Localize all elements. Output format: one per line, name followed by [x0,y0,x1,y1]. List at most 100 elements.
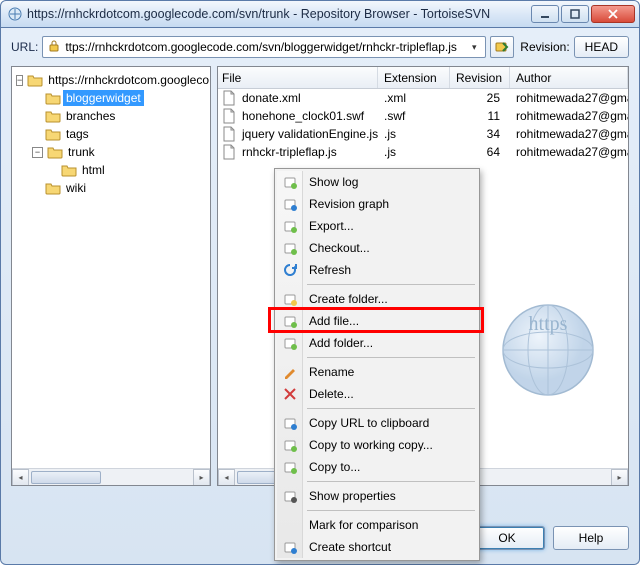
scroll-left-icon[interactable]: ◂ [218,469,235,486]
app-icon [7,6,23,22]
watermark-globe-icon: https [488,285,608,405]
tree-item[interactable]: bloggerwidget [14,89,210,107]
copywc-icon [281,436,299,454]
menu-item[interactable]: Refresh [277,259,477,281]
tree-label: https://rnhckrdotcom.googleco [45,72,211,88]
maximize-button[interactable] [561,5,589,23]
expand-icon[interactable]: − [32,147,43,158]
tree-item[interactable]: branches [14,107,210,125]
tree-item[interactable]: tags [14,125,210,143]
list-header[interactable]: File Extension Revision Author [218,67,628,89]
menu-item[interactable]: Checkout... [277,237,477,259]
menu-item-label: Copy to... [309,460,360,474]
tree-item[interactable]: wiki [14,179,210,197]
menu-item-label: Copy URL to clipboard [309,416,429,430]
ok-button[interactable]: OK [469,526,545,550]
menu-item-label: Export... [309,219,354,233]
url-row: URL: ▾ Revision: HEAD [11,36,629,58]
col-revision[interactable]: Revision [450,67,510,88]
col-file[interactable]: File [218,67,378,88]
url-input[interactable] [65,40,463,54]
minimize-button[interactable] [531,5,559,23]
menu-item[interactable]: Show properties [277,485,477,507]
collapse-icon[interactable]: − [16,75,23,86]
menu-item[interactable]: Copy URL to clipboard [277,412,477,434]
menu-item-label: Mark for comparison [309,518,418,532]
blank-icon [281,516,299,534]
file-author: rohitmewada27@gmail.com [510,109,628,123]
menu-item[interactable]: Add file... [277,310,477,332]
menu-item[interactable]: Delete... [277,383,477,405]
lock-icon [47,39,61,56]
rename-icon [281,363,299,381]
tree-item[interactable]: − trunk [14,143,210,161]
tree-item-label: wiki [63,180,89,196]
newfolder-icon [281,290,299,308]
scroll-right-icon[interactable]: ▸ [611,469,628,486]
folder-icon [45,127,61,141]
menu-item-label: Refresh [309,263,351,277]
table-row[interactable]: rnhckr-tripleflap.js.js64rohitmewada27@g… [218,143,628,161]
window-buttons [531,5,635,23]
menu-item-label: Revision graph [309,197,389,211]
checkout-icon [281,239,299,257]
file-icon [222,126,238,142]
scroll-right-icon[interactable]: ▸ [193,469,210,486]
export-icon [281,217,299,235]
col-extension[interactable]: Extension [378,67,450,88]
menu-item-label: Rename [309,365,354,379]
menu-item-label: Copy to working copy... [309,438,433,452]
close-button[interactable] [591,5,635,23]
tree-scroll-horizontal[interactable]: ◂ ▸ [12,468,210,485]
file-name: donate.xml [242,91,301,105]
head-button[interactable]: HEAD [574,36,629,58]
menu-item-label: Create shortcut [309,540,391,554]
repo-tree[interactable]: − https://rnhckrdotcom.googleco bloggerw… [12,67,210,201]
url-combo[interactable]: ▾ [42,36,486,58]
file-ext: .swf [378,109,450,123]
menu-item-label: Checkout... [309,241,370,255]
file-rev: 11 [450,109,510,123]
file-rev: 25 [450,91,510,105]
file-ext: .xml [378,91,450,105]
delete-icon [281,385,299,403]
menu-item[interactable]: Rename [277,361,477,383]
menu-item[interactable]: Add folder... [277,332,477,354]
tree-item-label: html [79,162,108,178]
file-icon [222,108,238,124]
tree-root[interactable]: − https://rnhckrdotcom.googleco [14,71,210,89]
copyurl-icon [281,414,299,432]
menu-item-label: Create folder... [309,292,388,306]
tree-item[interactable]: html [14,161,210,179]
file-ext: .js [378,127,450,141]
svg-text:https: https [529,313,568,335]
menu-item[interactable]: Revision graph [277,193,477,215]
tree-item-label: tags [63,126,92,142]
table-row[interactable]: jquery validationEngine.js.js34rohitmewa… [218,125,628,143]
tree-pane: − https://rnhckrdotcom.googleco bloggerw… [11,66,211,486]
menu-item[interactable]: Create shortcut [277,536,477,558]
menu-item[interactable]: Mark for comparison [277,514,477,536]
file-name: rnhckr-tripleflap.js [242,145,337,159]
menu-item[interactable]: Show log [277,171,477,193]
help-button[interactable]: Help [553,526,629,550]
menu-item[interactable]: Create folder... [277,288,477,310]
props-icon [281,487,299,505]
table-row[interactable]: honehone_clock01.swf.swf11rohitmewada27@… [218,107,628,125]
folder-icon [47,145,63,159]
tree-item-label: bloggerwidget [63,90,144,106]
menu-item[interactable]: Copy to... [277,456,477,478]
menu-item[interactable]: Export... [277,215,477,237]
tree-item-label: trunk [65,144,98,160]
scroll-left-icon[interactable]: ◂ [12,469,29,486]
col-author[interactable]: Author [510,67,628,88]
go-button[interactable] [490,36,514,58]
folder-icon [45,109,61,123]
table-row[interactable]: donate.xml.xml25rohitmewada27@gmail.com [218,89,628,107]
file-rev: 34 [450,127,510,141]
url-label: URL: [11,40,38,54]
chevron-down-icon[interactable]: ▾ [467,42,481,53]
menu-item-label: Show properties [309,489,396,503]
file-ext: .js [378,145,450,159]
menu-item[interactable]: Copy to working copy... [277,434,477,456]
